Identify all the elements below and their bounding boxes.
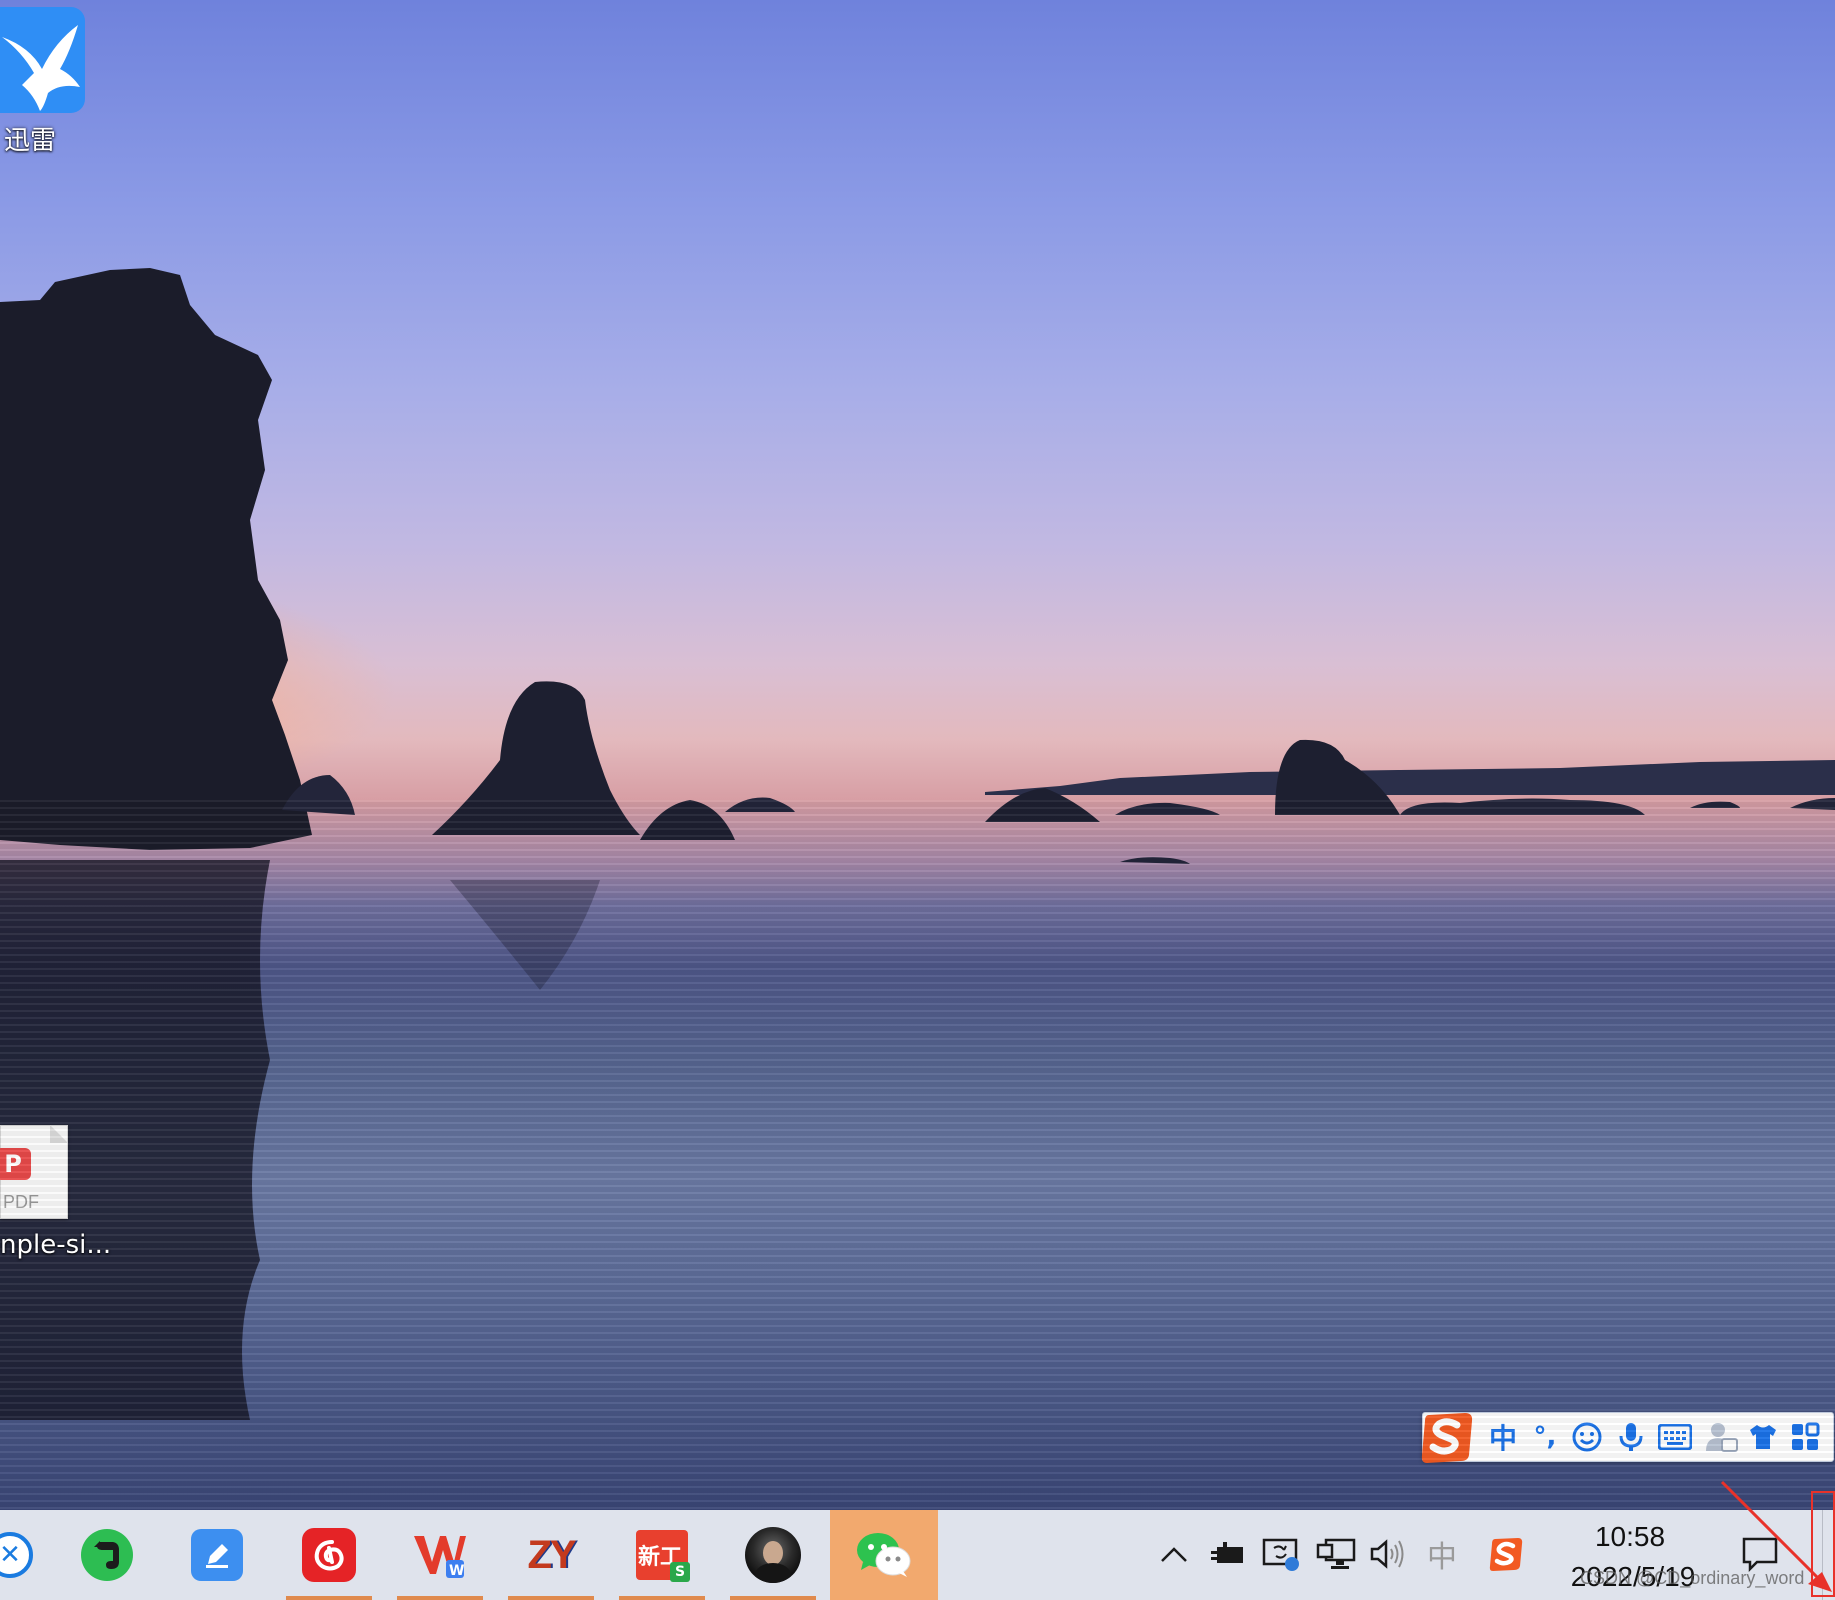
show-hidden-chevron-icon[interactable] [1154,1534,1194,1574]
wechat-icon [855,1530,913,1580]
show-desktop-button[interactable] [1822,1510,1835,1600]
taskbar-app-partial[interactable]: ✕ [0,1510,55,1600]
ime-toolbar[interactable]: 中 °, [1419,1409,1834,1465]
emoji-icon[interactable] [1569,1419,1605,1455]
running-indicator [508,1596,594,1600]
clock-time[interactable]: 10:58 [1560,1521,1700,1553]
power-plug-icon[interactable] [1208,1534,1248,1574]
taskbar-app-wechat[interactable] [830,1510,938,1600]
partial-app-icon: ✕ [0,1532,33,1578]
keyboard-icon[interactable] [1657,1419,1693,1455]
pdf-logo-icon: P [0,1148,31,1180]
pdf-file-icon: P PDF [0,1125,68,1219]
running-indicator [286,1596,372,1600]
punctuation-icon: °, [1533,1422,1557,1452]
volume-icon[interactable] [1368,1534,1408,1574]
avatar-app-icon [745,1527,801,1583]
csdn-watermark: CSDN @CD_ordinary_word [1580,1568,1805,1588]
running-indicator [397,1596,483,1600]
zy-app-icon: ZY [523,1531,579,1579]
user-icon[interactable] [1703,1419,1739,1455]
sogou-logo-icon[interactable] [1419,1409,1475,1465]
pdf-badge: PDF [3,1192,39,1212]
netease-music-icon [302,1528,356,1582]
network-monitor-icon[interactable] [1316,1534,1356,1574]
desktop-icon-label: 迅雷 [4,126,57,156]
running-indicator [730,1596,816,1600]
microphone-icon[interactable] [1613,1419,1649,1455]
ime-zhong-icon[interactable]: 中 [1422,1534,1462,1575]
desktop-icon-xunlei[interactable]: 迅雷 [0,0,100,160]
sogou-tray-icon[interactable] [1486,1534,1526,1574]
taskbar-app-zy[interactable]: ZY [506,1510,596,1600]
zy-app-label: ZY [527,1532,576,1577]
xin-s-app-icon: 新工 S [636,1530,690,1582]
taskbar-app-evernote[interactable] [62,1510,152,1600]
wallpaper-scenery [0,268,1835,1420]
taskbar-app-avatar[interactable] [728,1510,818,1600]
desktop-wallpaper: 迅雷 P PDF 中 °, [0,0,1835,1510]
toolbox-grid-icon[interactable] [1787,1419,1823,1455]
wps-writer-icon: W [412,1530,468,1580]
chinese-mode-toggle[interactable]: 中 [1485,1419,1521,1455]
xunlei-icon [0,7,85,113]
taskbar-app-wps-writer[interactable]: W [395,1510,485,1600]
pen-app-icon [191,1529,243,1581]
pdf-file-label: nple-si... [0,1230,112,1260]
running-indicator [619,1596,705,1600]
taskbar-app-netease-music[interactable] [284,1510,374,1600]
svg-text:W: W [449,1563,464,1579]
taskbar-app-pen[interactable] [172,1510,262,1600]
taskbar-app-xin[interactable]: 新工 S [617,1510,707,1600]
skin-shirt-icon[interactable] [1745,1419,1781,1455]
punctuation-toggle[interactable]: °, [1527,1419,1563,1455]
display-sync-icon[interactable] [1262,1534,1302,1574]
evernote-icon [81,1529,133,1581]
